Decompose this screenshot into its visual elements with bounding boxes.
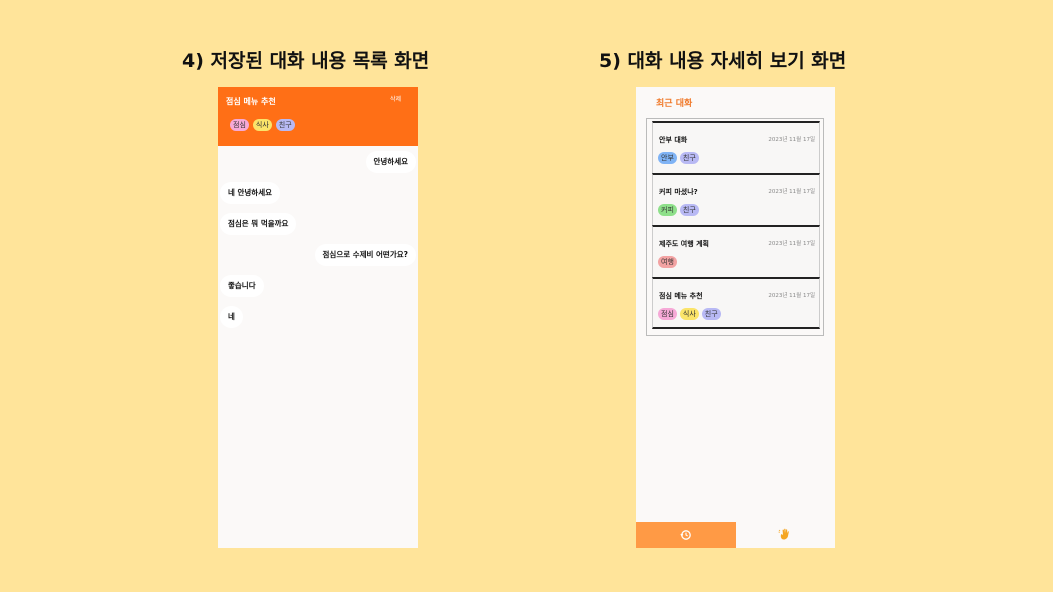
tag-chip: 식사 (679, 308, 699, 320)
history-icon (680, 526, 692, 545)
chat-title: 점심 메뉴 추천 (226, 97, 276, 106)
nav-history-tab[interactable] (636, 522, 736, 548)
conversation-title: 커피 마셨나? (659, 188, 698, 196)
conversation-item[interactable]: 커피 마셨나? 2023년 11월 17일 커피 친구 (652, 173, 820, 225)
tag-chip: 친구 (701, 308, 721, 320)
conversation-title: 안부 대화 (659, 136, 688, 144)
tag-chip: 여행 (658, 256, 677, 268)
conversation-item[interactable]: 제주도 여행 계획 2023년 11월 17일 여행 (652, 225, 820, 277)
conversation-item[interactable]: 안부 대화 2023년 11월 17일 안부 친구 (652, 121, 820, 173)
conversation-title: 제주도 여행 계획 (659, 240, 709, 248)
message-bubble-received: 네 (220, 306, 243, 328)
tag-chip: 친구 (275, 119, 295, 131)
conversation-item[interactable]: 점심 메뉴 추천 2023년 11월 17일 점심 식사 친구 (652, 277, 820, 329)
conversation-date: 2023년 11월 17일 (768, 293, 815, 299)
conversation-tags: 안부 친구 (658, 152, 699, 164)
message-bubble-received: 점심은 뭐 먹을까요 (220, 213, 297, 235)
delete-button[interactable]: 삭제 (390, 94, 401, 103)
message-bubble-sent: 점심으로 수제비 어떤가요? (314, 244, 416, 266)
tag-chip: 안부 (658, 152, 677, 164)
conversation-list-screen: 최근 대화 안부 대화 2023년 11월 17일 안부 친구 커피 마셨나? … (636, 87, 835, 548)
bottom-navigation (636, 522, 835, 548)
tag-chip: 친구 (679, 204, 699, 216)
conversation-date: 2023년 11월 17일 (768, 189, 815, 195)
tag-chip: 점심 (230, 119, 249, 131)
right-screen-heading: 5) 대화 내용 자세히 보기 화면 (599, 50, 847, 72)
tag-chip: 식사 (252, 119, 272, 131)
message-bubble-received: 네 안녕하세요 (220, 182, 281, 204)
tag-chip: 커피 (658, 204, 677, 216)
list-title: 최근 대화 (656, 99, 693, 109)
chat-header: 점심 메뉴 추천 삭제 점심 식사 친구 (218, 87, 418, 146)
message-bubble-received: 좋습니다 (220, 275, 264, 297)
chat-tag-list: 점심 식사 친구 (230, 119, 295, 131)
message-bubble-sent: 안녕하세요 (365, 151, 416, 173)
nav-greeting-tab[interactable] (735, 522, 835, 548)
waving-hand-icon (778, 526, 792, 545)
tag-chip: 친구 (679, 152, 699, 164)
conversation-list: 안부 대화 2023년 11월 17일 안부 친구 커피 마셨나? 2023년 … (646, 118, 824, 336)
chat-detail-screen: 점심 메뉴 추천 삭제 점심 식사 친구 안녕하세요 네 안녕하세요 점심은 뭐… (218, 87, 418, 548)
tag-chip: 점심 (658, 308, 677, 320)
left-screen-heading: 4) 저장된 대화 내용 목록 화면 (182, 50, 430, 72)
conversation-date: 2023년 11월 17일 (768, 241, 815, 247)
conversation-title: 점심 메뉴 추천 (659, 292, 703, 300)
conversation-tags: 커피 친구 (658, 204, 699, 216)
conversation-date: 2023년 11월 17일 (768, 137, 815, 143)
conversation-tags: 점심 식사 친구 (658, 308, 721, 320)
conversation-tags: 여행 (658, 256, 677, 268)
